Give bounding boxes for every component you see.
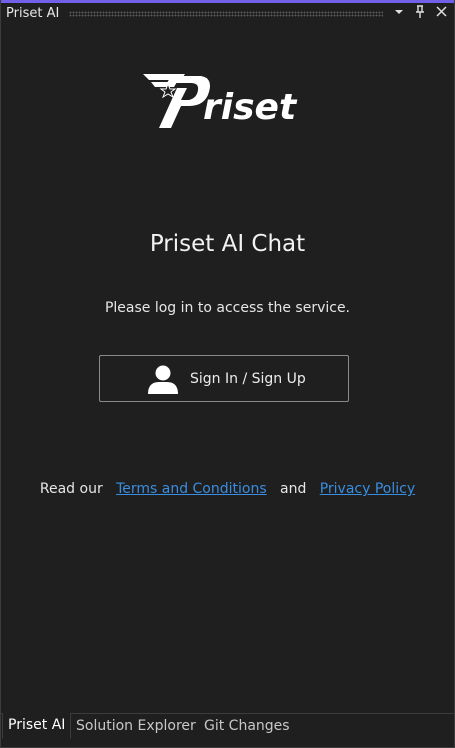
sign-in-label: Sign In / Sign Up [190,371,306,387]
pin-icon[interactable] [411,5,429,23]
tab-git-changes[interactable]: Git Changes [204,714,290,739]
login-prompt: Please log in to access the service. [104,300,351,316]
bottom-tab-bar: Priset AI Solution Explorer Git Changes [1,713,454,740]
window-titlebar[interactable]: Priset AI [1,3,454,25]
page-title: Priset AI Chat [149,231,306,257]
user-icon [147,363,179,395]
close-icon[interactable] [432,5,450,23]
terms-and: and [280,481,307,497]
tab-solution-explorer[interactable]: Solution Explorer [76,714,196,739]
priset-logo: riset [141,70,301,130]
tab-priset-ai[interactable]: Priset AI [2,713,72,739]
terms-prefix: Read our [39,481,103,497]
terms-link[interactable]: Terms and Conditions [116,481,267,497]
tool-window: Priset AI riset Priset AI Chat Please lo… [0,0,455,748]
window-title: Priset AI [6,6,60,21]
drag-grip[interactable] [69,11,383,17]
terms-line: Read our Terms and Conditions and Privac… [1,480,454,498]
logo-wordmark: riset [203,87,298,128]
privacy-link[interactable]: Privacy Policy [320,481,415,497]
sign-in-button[interactable]: Sign In / Sign Up [99,355,349,402]
chevron-down-icon[interactable] [390,5,408,23]
